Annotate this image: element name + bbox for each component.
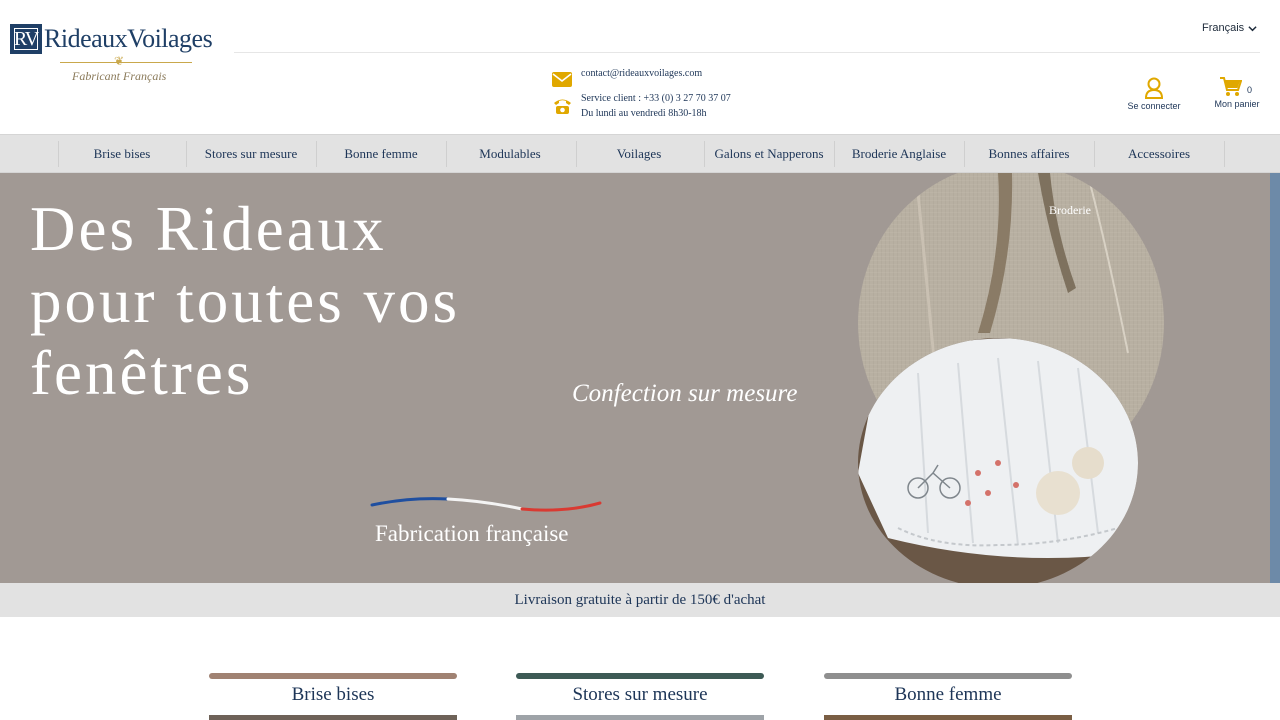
contact-email-link[interactable]: contact@rideauxvoilages.com [581,68,702,79]
hero-banner: Des Rideaux pour toutes vos fenêtres Con… [0,173,1280,583]
nav-separator [316,141,317,167]
wheat-sprig-icon: ❦ [114,54,125,68]
header-divider [234,52,1260,53]
language-label: Français [1202,22,1245,34]
language-selector[interactable]: Français [1202,22,1257,34]
nav-separator [1094,141,1095,167]
account-label: Se connecter [1127,101,1181,111]
nav-item-accessoires[interactable]: Accessoires [1098,135,1220,173]
logo-monogram: RV [10,24,42,54]
free-shipping-banner: Livraison gratuite à partir de 150€ d'ac… [0,583,1280,617]
nav-item-galons-et-napperons[interactable]: Galons et Napperons [706,135,832,173]
nav-separator [186,141,187,167]
category-card-title: Brise bises [291,684,375,705]
nav-separator [446,141,447,167]
hero-title: Des Rideaux pour toutes vos fenêtres [30,193,460,409]
envelope-icon [552,72,572,87]
french-flag-stroke [370,497,602,512]
nav-item-voilages[interactable]: Voilages [580,135,698,173]
category-card-title: Bonne femme [894,684,1002,705]
contact-phone[interactable]: Service client : +33 (0) 3 27 70 37 07 [581,93,731,104]
category-card-accent [824,673,1072,679]
account-login-button[interactable]: Se connecter [1124,77,1184,111]
logo-wordmark: RideauxVoilages [44,24,213,53]
main-navigation: Brise bises Stores sur mesure Bonne femm… [0,134,1280,173]
site-logo[interactable]: RV RideauxVoilages ❦ Fabricant Français [10,22,213,88]
hero-side-scrollbar[interactable] [1270,173,1280,583]
hero-image-alt-text: Broderie [1049,203,1091,217]
hero-made-in-france: Fabrication française [375,521,569,546]
logo-tagline: Fabricant Français [72,69,167,83]
user-icon [1144,77,1164,99]
nav-separator [576,141,577,167]
nav-separator [1224,141,1225,167]
contact-hours: Du lundi au vendredi 8h30-18h [581,108,707,119]
hero-title-line: Des Rideaux [30,194,387,264]
hero-subtitle: Confection sur mesure [572,380,798,407]
category-card-image [516,715,764,720]
category-cards: Brise bises Stores sur mesure Bonne femm… [0,617,1280,720]
site-header: RV RideauxVoilages ❦ Fabricant Français … [0,0,1280,134]
category-card-image [209,715,457,720]
category-card-brise-bises[interactable]: Brise bises [209,673,457,720]
nav-item-stores-sur-mesure[interactable]: Stores sur mesure [190,135,312,173]
category-card-title: Stores sur mesure [572,684,708,705]
nav-item-bonnes-affaires[interactable]: Bonnes affaires [968,135,1090,173]
chevron-down-icon [1248,25,1257,31]
hero-title-line: pour toutes vos [30,266,460,336]
nav-separator [704,141,705,167]
logo-divider [60,62,192,63]
category-card-accent [516,673,764,679]
nav-item-brise-bises[interactable]: Brise bises [62,135,182,173]
nav-separator [58,141,59,167]
category-card-stores-sur-mesure[interactable]: Stores sur mesure [516,673,764,720]
nav-item-bonne-femme[interactable]: Bonne femme [320,135,442,173]
cart-count-badge: 0 [1247,85,1253,95]
cart-label: Mon panier [1214,99,1260,109]
cart-button[interactable]: 0 Mon panier [1210,77,1264,109]
nav-separator [964,141,965,167]
nav-item-broderie-anglaise[interactable]: Broderie Anglaise [838,135,960,173]
cart-icon [1220,77,1242,96]
category-card-bonne-femme[interactable]: Bonne femme [824,673,1072,720]
phone-icon [554,99,571,114]
nav-separator [834,141,835,167]
category-card-accent [209,673,457,679]
nav-item-modulables[interactable]: Modulables [450,135,570,173]
category-card-image [824,715,1072,720]
hero-title-line: fenêtres [30,338,254,408]
curtain-product-image [858,173,1164,583]
